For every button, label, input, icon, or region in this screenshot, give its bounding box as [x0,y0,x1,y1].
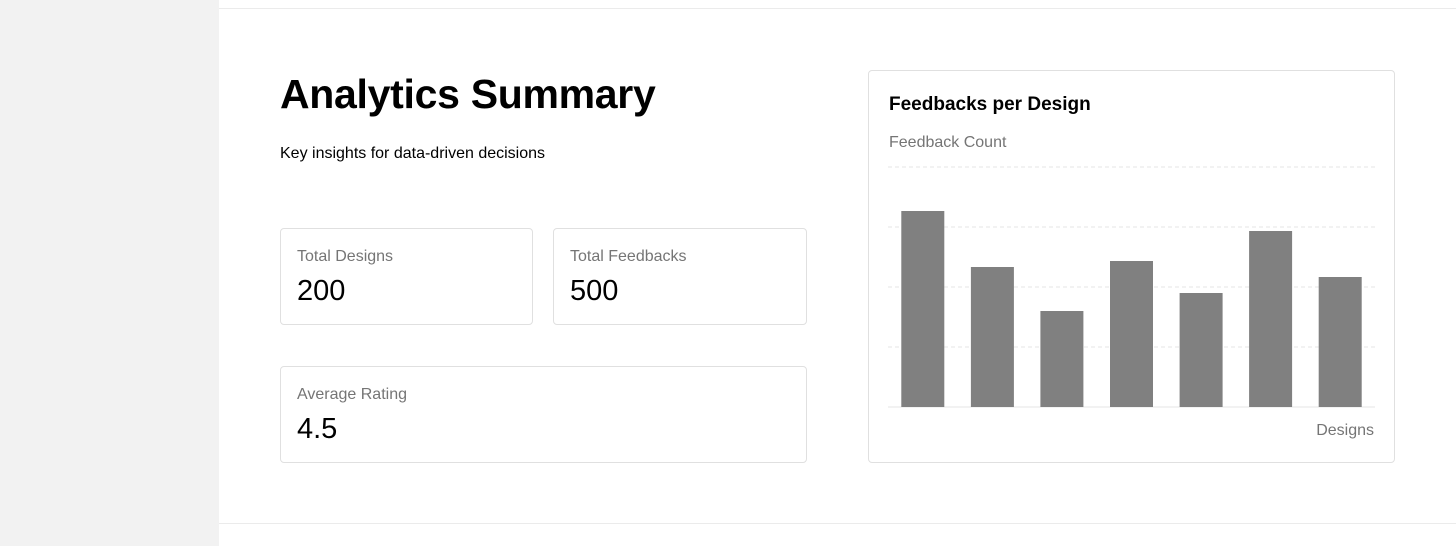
feedbacks-chart-card: Feedbacks per Design Feedback Count Desi… [868,70,1395,463]
header-divider [219,8,1456,9]
average-rating-label: Average Rating [297,386,407,403]
chart-bar [1040,311,1084,407]
page-subtitle: Key insights for data-driven decisions [280,145,546,162]
total-feedbacks-value: 500 [570,275,619,307]
chart-bar [1110,261,1153,407]
chart-x-axis-label: Designs [1316,422,1374,439]
average-rating-value: 4.5 [297,413,338,445]
footer-divider [219,523,1456,524]
total-feedbacks-card: Total Feedbacks 500 [553,228,807,325]
total-feedbacks-label: Total Feedbacks [570,248,687,265]
average-rating-card: Average Rating 4.5 [280,366,807,463]
total-designs-card: Total Designs 200 [280,228,533,325]
feedbacks-bar-chart [888,166,1375,408]
chart-bar [901,211,945,407]
chart-bar [1179,293,1223,407]
page-title: Analytics Summary [280,71,656,117]
chart-bar [970,267,1014,407]
sidebar [0,0,219,546]
total-designs-label: Total Designs [297,248,394,265]
chart-bar [1249,231,1293,407]
chart-bar [1318,277,1362,407]
total-designs-value: 200 [297,275,346,307]
